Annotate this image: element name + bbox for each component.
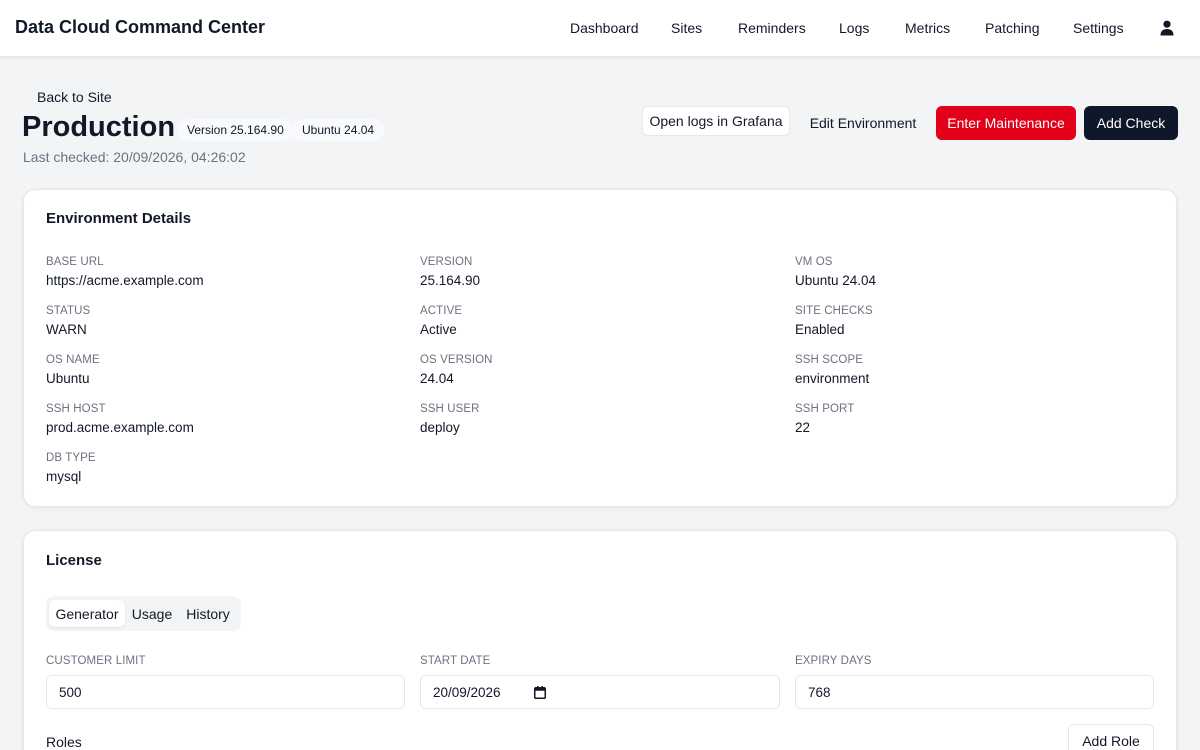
field-label: ACTIVE (420, 305, 463, 317)
main-nav: Dashboard Sites Reminders Logs Metrics P… (0, 20, 1200, 40)
field-label: SSH SCOPE (795, 354, 864, 366)
start-date-value: 20/09/2026 (433, 684, 501, 700)
version-badge: Version 25.164.90 (177, 119, 294, 141)
field-label: OS NAME (46, 354, 100, 366)
field-label: SITE CHECKS (795, 305, 873, 317)
os-badge: Ubuntu 24.04 (292, 119, 385, 141)
page-title: Production (22, 111, 176, 143)
field-label: SSH PORT (795, 403, 855, 415)
nav-settings[interactable]: Settings (1073, 20, 1124, 36)
user-icon[interactable] (1160, 20, 1174, 36)
open-grafana-logs-button[interactable]: Open logs in Grafana (642, 106, 790, 136)
field-label: START DATE (420, 655, 491, 667)
nav-sites[interactable]: Sites (671, 20, 702, 36)
field-label: STATUS (46, 305, 91, 317)
nav-reminders[interactable]: Reminders (738, 20, 806, 36)
add-check-button[interactable]: Add Check (1084, 106, 1178, 140)
nav-logs[interactable]: Logs (839, 20, 869, 36)
start-date-input[interactable]: 20/09/2026 (420, 675, 780, 709)
os-version-value: 24.04 (420, 371, 454, 386)
nav-metrics[interactable]: Metrics (905, 20, 950, 36)
expiry-days-input[interactable]: 768 (795, 675, 1154, 709)
license-card: License Generator Usage History CUSTOMER… (23, 530, 1177, 750)
field-label: SSH HOST (46, 403, 106, 415)
ssh-host-value: prod.acme.example.com (46, 420, 194, 435)
field-label: VERSION (420, 256, 473, 268)
last-checked-text: Last checked: 20/09/2026, 04:26:02 (23, 149, 246, 165)
field-label: SSH USER (420, 403, 480, 415)
add-role-button[interactable]: Add Role (1068, 724, 1154, 750)
tab-generator[interactable]: Generator (49, 600, 125, 627)
nav-dashboard[interactable]: Dashboard (570, 20, 639, 36)
field-label: EXPIRY DAYS (795, 655, 872, 667)
top-navbar: Data Cloud Command Center Dashboard Site… (0, 0, 1200, 57)
calendar-icon[interactable] (534, 686, 546, 699)
field-label: DB TYPE (46, 452, 96, 464)
status-value: WARN (46, 322, 87, 337)
enter-maintenance-button[interactable]: Enter Maintenance (936, 106, 1076, 140)
back-to-site-link[interactable]: Back to Site (37, 89, 112, 105)
tab-history[interactable]: History (180, 600, 236, 627)
field-label: CUSTOMER LIMIT (46, 655, 146, 667)
ssh-scope-value: environment (795, 371, 870, 386)
base-url-value: https://acme.example.com (46, 273, 204, 288)
version-value: 25.164.90 (420, 273, 481, 288)
ssh-port-value: 22 (795, 420, 811, 435)
os-name-value: Ubuntu (46, 371, 90, 386)
edit-environment-button[interactable]: Edit Environment (798, 106, 928, 140)
vm-os-value: Ubuntu 24.04 (795, 273, 877, 288)
environment-details-card: Environment Details BASE URL https://acm… (23, 189, 1177, 507)
field-label: VM OS (795, 256, 833, 268)
site-checks-value: Enabled (795, 322, 845, 337)
card-title: License (46, 552, 102, 569)
card-title: Environment Details (46, 210, 192, 227)
ssh-user-value: deploy (420, 420, 460, 435)
active-value: Active (420, 322, 457, 337)
db-type-value: mysql (46, 469, 82, 484)
license-tabs: Generator Usage History (46, 596, 241, 631)
customer-limit-input[interactable]: 500 (46, 675, 405, 709)
nav-patching[interactable]: Patching (985, 20, 1039, 36)
field-label: OS VERSION (420, 354, 493, 366)
roles-label: Roles (46, 734, 82, 750)
tab-usage[interactable]: Usage (128, 600, 176, 627)
field-label: BASE URL (46, 256, 104, 268)
